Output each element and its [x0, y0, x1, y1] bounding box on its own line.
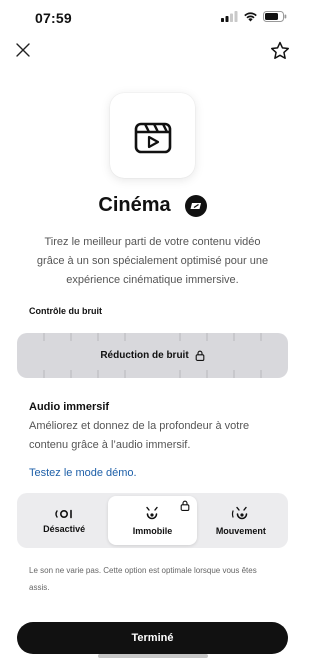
noise-value-label: Réduction de bruit [100, 350, 189, 361]
status-bar: 07:59 [0, 0, 305, 34]
status-icons [221, 11, 287, 22]
audio-off-icon [55, 509, 72, 518]
lock-icon [195, 350, 205, 361]
status-time: 07:59 [35, 10, 72, 26]
option-off-label: Désactivé [43, 523, 86, 534]
demo-mode-link[interactable]: Testez le mode démo. [29, 467, 137, 479]
option-motion-label: Mouvement [215, 525, 266, 536]
bose-badge-icon [184, 194, 207, 217]
option-still-label: Immobile [132, 525, 173, 536]
noise-value: Réduction de bruit [17, 333, 288, 378]
option-motion[interactable]: Mouvement [197, 496, 285, 545]
option-still[interactable]: Immobile [108, 496, 197, 545]
noise-control-slider[interactable]: Réduction de bruit [17, 333, 288, 378]
immersive-audio-selector: Désactivé Immobile Mouvement [17, 493, 288, 548]
close-button[interactable] [13, 40, 33, 60]
lock-icon [180, 500, 190, 511]
mode-icon-tile [110, 93, 195, 178]
immersive-audio-description: Améliorez et donnez de la profondeur à v… [29, 420, 250, 451]
favorite-button[interactable] [269, 40, 291, 62]
home-indicator [98, 654, 208, 658]
audio-motion-icon [231, 506, 248, 519]
star-icon [271, 41, 289, 59]
noise-control-label: Contrôle du bruit [29, 306, 102, 316]
mode-title: Cinéma [98, 194, 171, 216]
option-note: Le son ne varie pas. Cette option est op… [29, 566, 257, 592]
immersive-audio-title: Audio immersif [29, 401, 110, 413]
audio-still-icon [146, 506, 159, 519]
mode-title-row: Cinéma [0, 194, 305, 217]
option-off[interactable]: Désactivé [20, 496, 108, 545]
mode-description: Tirez le meilleur parti de votre contenu… [36, 236, 269, 286]
clapperboard-play-icon [134, 122, 171, 153]
battery-icon [263, 11, 287, 22]
done-button[interactable]: Terminé [17, 622, 288, 654]
close-icon [16, 43, 30, 57]
signal-icon [221, 11, 238, 22]
wifi-icon [244, 12, 257, 22]
